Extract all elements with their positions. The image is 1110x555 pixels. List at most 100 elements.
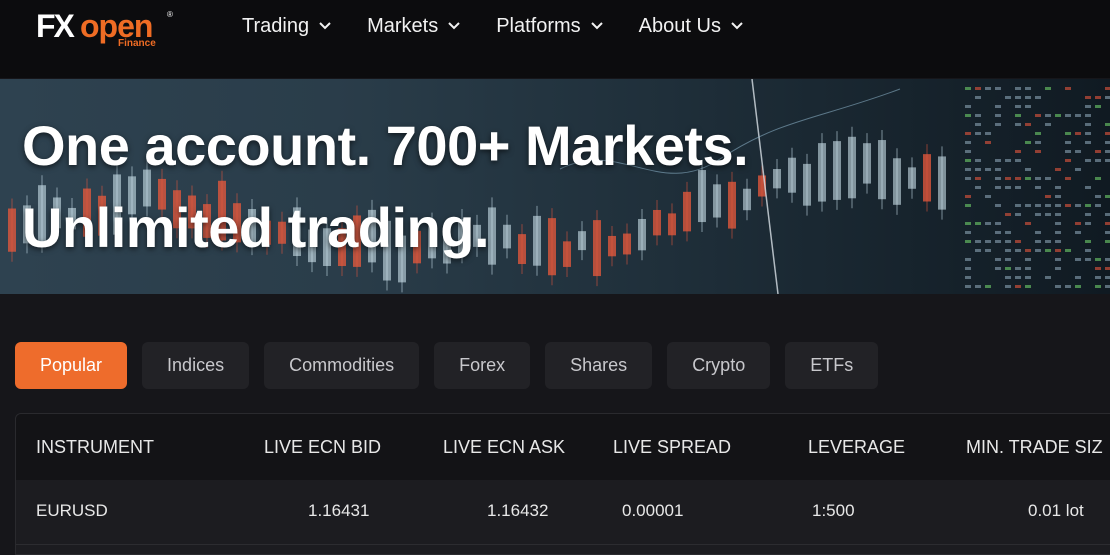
ticker-dot — [1025, 168, 1031, 171]
ticker-dot — [1075, 114, 1081, 117]
ticker-dot — [965, 177, 971, 180]
ticker-dot — [1035, 249, 1041, 252]
logo-registered-mark: ® — [167, 10, 173, 19]
ticker-dot — [1035, 150, 1041, 153]
nav-platforms[interactable]: Platforms — [496, 15, 603, 38]
column-header-leverage[interactable]: LEVERAGE — [808, 437, 905, 458]
candle-body — [818, 143, 826, 202]
column-header-ask[interactable]: LIVE ECN ASK — [443, 437, 565, 458]
ticker-dot — [975, 240, 981, 243]
candle-body — [683, 191, 691, 232]
ticker-dot — [985, 168, 991, 171]
hero-headline-line-2: Unlimited trading. — [22, 196, 490, 259]
ticker-dot — [1035, 114, 1041, 117]
ticker-dot — [965, 231, 971, 234]
instruments-table: INSTRUMENT LIVE ECN BID LIVE ECN ASK LIV… — [15, 413, 1110, 555]
ticker-dot — [965, 141, 971, 144]
ticker-dot — [1035, 204, 1041, 207]
market-category-tabs: Popular Indices Commodities Forex Shares… — [15, 342, 879, 389]
ticker-dot — [995, 168, 1001, 171]
candle-body — [503, 224, 511, 249]
nav-trading[interactable]: Trading — [242, 15, 331, 38]
tab-popular[interactable]: Popular — [15, 342, 128, 389]
ticker-dot — [975, 114, 981, 117]
ticker-dot — [975, 132, 981, 135]
ticker-dot — [1035, 231, 1041, 234]
ticker-dot — [1095, 96, 1101, 99]
ticker-dot — [1085, 213, 1091, 216]
ticker-dot — [1005, 276, 1011, 279]
tab-crypto[interactable]: Crypto — [667, 342, 771, 389]
tab-indices[interactable]: Indices — [142, 342, 250, 389]
nav-markets[interactable]: Markets — [367, 15, 460, 38]
ticker-dot — [1045, 240, 1051, 243]
ticker-dot — [1095, 258, 1101, 261]
ticker-dot — [1035, 132, 1041, 135]
ticker-dot — [965, 150, 971, 153]
cell-min-trade-size: 0.01 lot — [1028, 501, 1084, 520]
candle-body — [548, 218, 556, 276]
cell-spread: 0.00001 — [622, 501, 684, 520]
ticker-dot — [995, 186, 1001, 189]
ticker-dot — [1025, 276, 1031, 279]
nav-about-us[interactable]: About Us — [639, 15, 743, 38]
column-header-min-trade-size[interactable]: MIN. TRADE SIZ — [966, 437, 1103, 458]
ticker-dot — [1085, 132, 1091, 135]
candle-body — [728, 181, 736, 229]
ticker-dot — [1075, 231, 1081, 234]
ticker-dot — [1015, 204, 1021, 207]
fxopen-logo[interactable]: FX open Finance ® — [36, 8, 176, 49]
ticker-dot — [1015, 150, 1021, 153]
ticker-dot — [1065, 177, 1071, 180]
ticker-dot — [975, 249, 981, 252]
cell-instrument[interactable]: EURUSD — [36, 501, 108, 521]
candle-body — [623, 233, 631, 255]
ticker-dot — [1025, 105, 1031, 108]
ticker-dot — [1095, 285, 1101, 288]
table-row[interactable]: EURUSD 1.16431 1.16432 0.00001 1:500 0.0… — [16, 480, 1110, 545]
ticker-dot — [1055, 267, 1061, 270]
ticker-dot — [985, 87, 991, 90]
ticker-dot — [995, 222, 1001, 225]
ticker-dot — [1105, 267, 1110, 270]
candlestick-chart-background — [8, 79, 1110, 294]
ticker-dot — [985, 141, 991, 144]
ticker-dot — [1015, 276, 1021, 279]
ticker-dot — [1015, 114, 1021, 117]
ticker-dot — [1015, 249, 1021, 252]
candle-body — [713, 184, 721, 218]
ticker-dot — [1005, 231, 1011, 234]
tab-etfs[interactable]: ETFs — [785, 342, 879, 389]
candle-body — [563, 241, 571, 267]
column-header-instrument[interactable]: INSTRUMENT — [36, 437, 154, 458]
ticker-dot — [1035, 177, 1041, 180]
ticker-dot — [1025, 204, 1031, 207]
tab-commodities[interactable]: Commodities — [264, 342, 420, 389]
ticker-dot — [1085, 141, 1091, 144]
ticker-dot — [995, 123, 1001, 126]
tab-shares[interactable]: Shares — [545, 342, 653, 389]
ticker-dot — [1075, 168, 1081, 171]
ticker-dot — [1045, 213, 1051, 216]
candle-body — [773, 169, 781, 189]
ticker-dot — [1045, 177, 1051, 180]
column-header-bid[interactable]: LIVE ECN BID — [264, 437, 381, 458]
ticker-dot — [1105, 258, 1110, 261]
ticker-dot — [1085, 96, 1091, 99]
tab-forex[interactable]: Forex — [434, 342, 531, 389]
candle-body — [518, 234, 526, 265]
ticker-dot — [1085, 105, 1091, 108]
ticker-dot — [985, 240, 991, 243]
ticker-dot — [1065, 249, 1071, 252]
ticker-dot — [1035, 240, 1041, 243]
ticker-dot — [1065, 150, 1071, 153]
column-header-spread[interactable]: LIVE SPREAD — [613, 437, 731, 458]
candle-body — [578, 231, 586, 251]
ticker-dot — [1005, 249, 1011, 252]
ticker-dot — [985, 222, 991, 225]
ticker-dot — [1085, 240, 1091, 243]
ticker-dot — [1055, 231, 1061, 234]
ticker-dot — [965, 114, 971, 117]
ticker-dot — [1095, 105, 1101, 108]
ticker-dot — [965, 195, 971, 198]
